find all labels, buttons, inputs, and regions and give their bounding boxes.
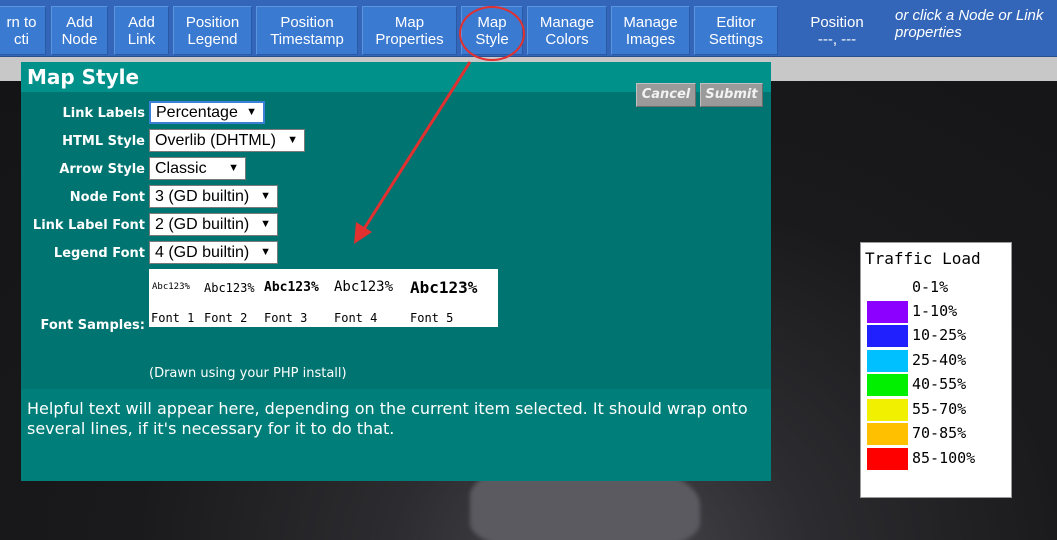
submit-button[interactable]: Submit	[700, 83, 763, 107]
button-label-line2: cti	[14, 30, 29, 48]
position-value: ---, ---	[817, 30, 857, 48]
link-labels-select[interactable]: Percentage ▼	[149, 101, 265, 124]
help-text: Helpful text will appear here, depending…	[27, 399, 748, 438]
font-name-5: Font 5	[410, 311, 454, 325]
legend-label: 70-85%	[912, 424, 967, 442]
add-link-button[interactable]: Add Link	[114, 6, 169, 55]
button-label-line2: Node	[61, 30, 98, 48]
font-sample-2: Abc123%	[204, 281, 255, 295]
font-name-1: Font 1	[151, 311, 195, 325]
button-label-line1: Editor	[716, 13, 756, 31]
font-samples-note: (Drawn using your PHP install)	[149, 366, 347, 381]
font-sample-1: Abc123%	[152, 282, 190, 292]
legend-font-value: 4 (GD builtin)	[155, 244, 250, 261]
manage-colors-button[interactable]: Manage Colors	[527, 6, 607, 55]
node-font-value: 3 (GD builtin)	[155, 188, 250, 205]
font-sample-3: Abc123%	[264, 280, 319, 295]
html-style-value: Overlib (DHTML)	[155, 132, 276, 149]
map-style-button[interactable]: Map Style	[461, 6, 523, 55]
legend-label: 40-55%	[912, 375, 967, 393]
color-swatch	[867, 325, 908, 347]
link-label-font-select[interactable]: 2 (GD builtin) ▼	[149, 213, 278, 236]
button-label-line1: Manage	[623, 13, 678, 31]
arrow-style-select[interactable]: Classic ▼	[149, 157, 246, 180]
button-label-line1: rn to	[6, 13, 37, 31]
button-label-line1: Manage	[539, 13, 595, 31]
html-style-select[interactable]: Overlib (DHTML) ▼	[149, 129, 305, 152]
arrow-style-label: Arrow Style	[59, 162, 145, 177]
legend-title: Traffic Load	[865, 249, 981, 268]
color-swatch	[867, 423, 908, 445]
legend-font-select[interactable]: 4 (GD builtin) ▼	[149, 241, 278, 264]
button-label-line2: Timestamp	[270, 30, 344, 48]
button-label-line1: Add	[128, 13, 155, 31]
legend-label: 25-40%	[912, 351, 967, 369]
link-labels-label: Link Labels	[62, 106, 145, 121]
node-font-select[interactable]: 3 (GD builtin) ▼	[149, 185, 278, 208]
button-label-line2: Legend	[187, 30, 238, 48]
chevron-down-icon: ▼	[246, 106, 257, 118]
chevron-down-icon: ▼	[260, 218, 271, 230]
legend-font-label: Legend Font	[53, 246, 145, 261]
font-samples-image: Abc123% Abc123% Abc123% Abc123% Abc123% …	[149, 269, 498, 327]
button-label-line1: Map	[477, 13, 507, 31]
position-timestamp-button[interactable]: Position Timestamp	[256, 6, 358, 55]
map-style-dialog: Map Style Cancel Submit Link Labels Perc…	[21, 62, 771, 481]
link-label-font-label: Link Label Font	[32, 218, 145, 233]
color-swatch	[867, 301, 908, 323]
return-to-cacti-button[interactable]: rn to cti	[0, 6, 46, 55]
cancel-button[interactable]: Cancel	[636, 83, 696, 107]
arrow-style-value: Classic	[155, 160, 207, 177]
toolbar-hint: or click a Node or Link properties	[895, 7, 1044, 41]
font-samples-label: Font Samples:	[40, 318, 145, 333]
add-node-button[interactable]: Add Node	[51, 6, 108, 55]
font-sample-4: Abc123%	[334, 279, 394, 295]
button-label-line1: Position	[185, 13, 240, 31]
legend-label: 85-100%	[912, 449, 976, 467]
manage-images-button[interactable]: Manage Images	[611, 6, 690, 55]
legend-label: 1-10%	[912, 302, 958, 320]
font-name-4: Font 4	[334, 311, 378, 325]
button-label-line2: Images	[625, 30, 676, 48]
font-sample-5: Abc123%	[410, 278, 478, 297]
position-legend-button[interactable]: Position Legend	[173, 6, 252, 55]
button-label-line2: Colors	[545, 30, 589, 48]
color-swatch	[867, 350, 908, 372]
legend-label: 55-70%	[912, 400, 967, 418]
traffic-load-legend[interactable]: Traffic Load 0-1% 1-10% 10-25% 25-40% 40…	[860, 242, 1012, 498]
chevron-down-icon: ▼	[287, 134, 298, 146]
color-swatch	[867, 374, 908, 396]
position-label: Position	[810, 13, 864, 31]
legend-label: 10-25%	[912, 326, 967, 344]
button-label-line2: Settings	[708, 30, 764, 48]
html-style-label: HTML Style	[62, 134, 145, 149]
button-label-line2: Link	[127, 30, 156, 48]
editor-settings-button[interactable]: Editor Settings	[694, 6, 778, 55]
button-label-line1: Map	[394, 13, 425, 31]
chevron-down-icon: ▼	[260, 246, 271, 258]
link-labels-value: Percentage	[156, 104, 238, 121]
node-font-label: Node Font	[69, 190, 145, 205]
button-label-line2: Properties	[375, 30, 444, 48]
legend-label: 0-1%	[912, 278, 949, 296]
link-label-font-value: 2 (GD builtin)	[155, 216, 250, 233]
map-properties-button[interactable]: Map Properties	[362, 6, 457, 55]
button-label-line2: Style	[475, 30, 509, 48]
font-name-2: Font 2	[204, 311, 248, 325]
color-swatch	[867, 399, 908, 421]
chevron-down-icon: ▼	[228, 162, 239, 174]
font-name-3: Font 3	[264, 311, 308, 325]
cursor-position-display: Position ---, ---	[794, 6, 880, 55]
button-label-line1: Add	[66, 13, 93, 31]
chevron-down-icon: ▼	[260, 190, 271, 202]
color-swatch	[867, 448, 908, 470]
button-label-line1: Position	[280, 13, 334, 31]
editor-toolbar: rn to cti Add Node Add Link Position Leg…	[0, 0, 1057, 57]
